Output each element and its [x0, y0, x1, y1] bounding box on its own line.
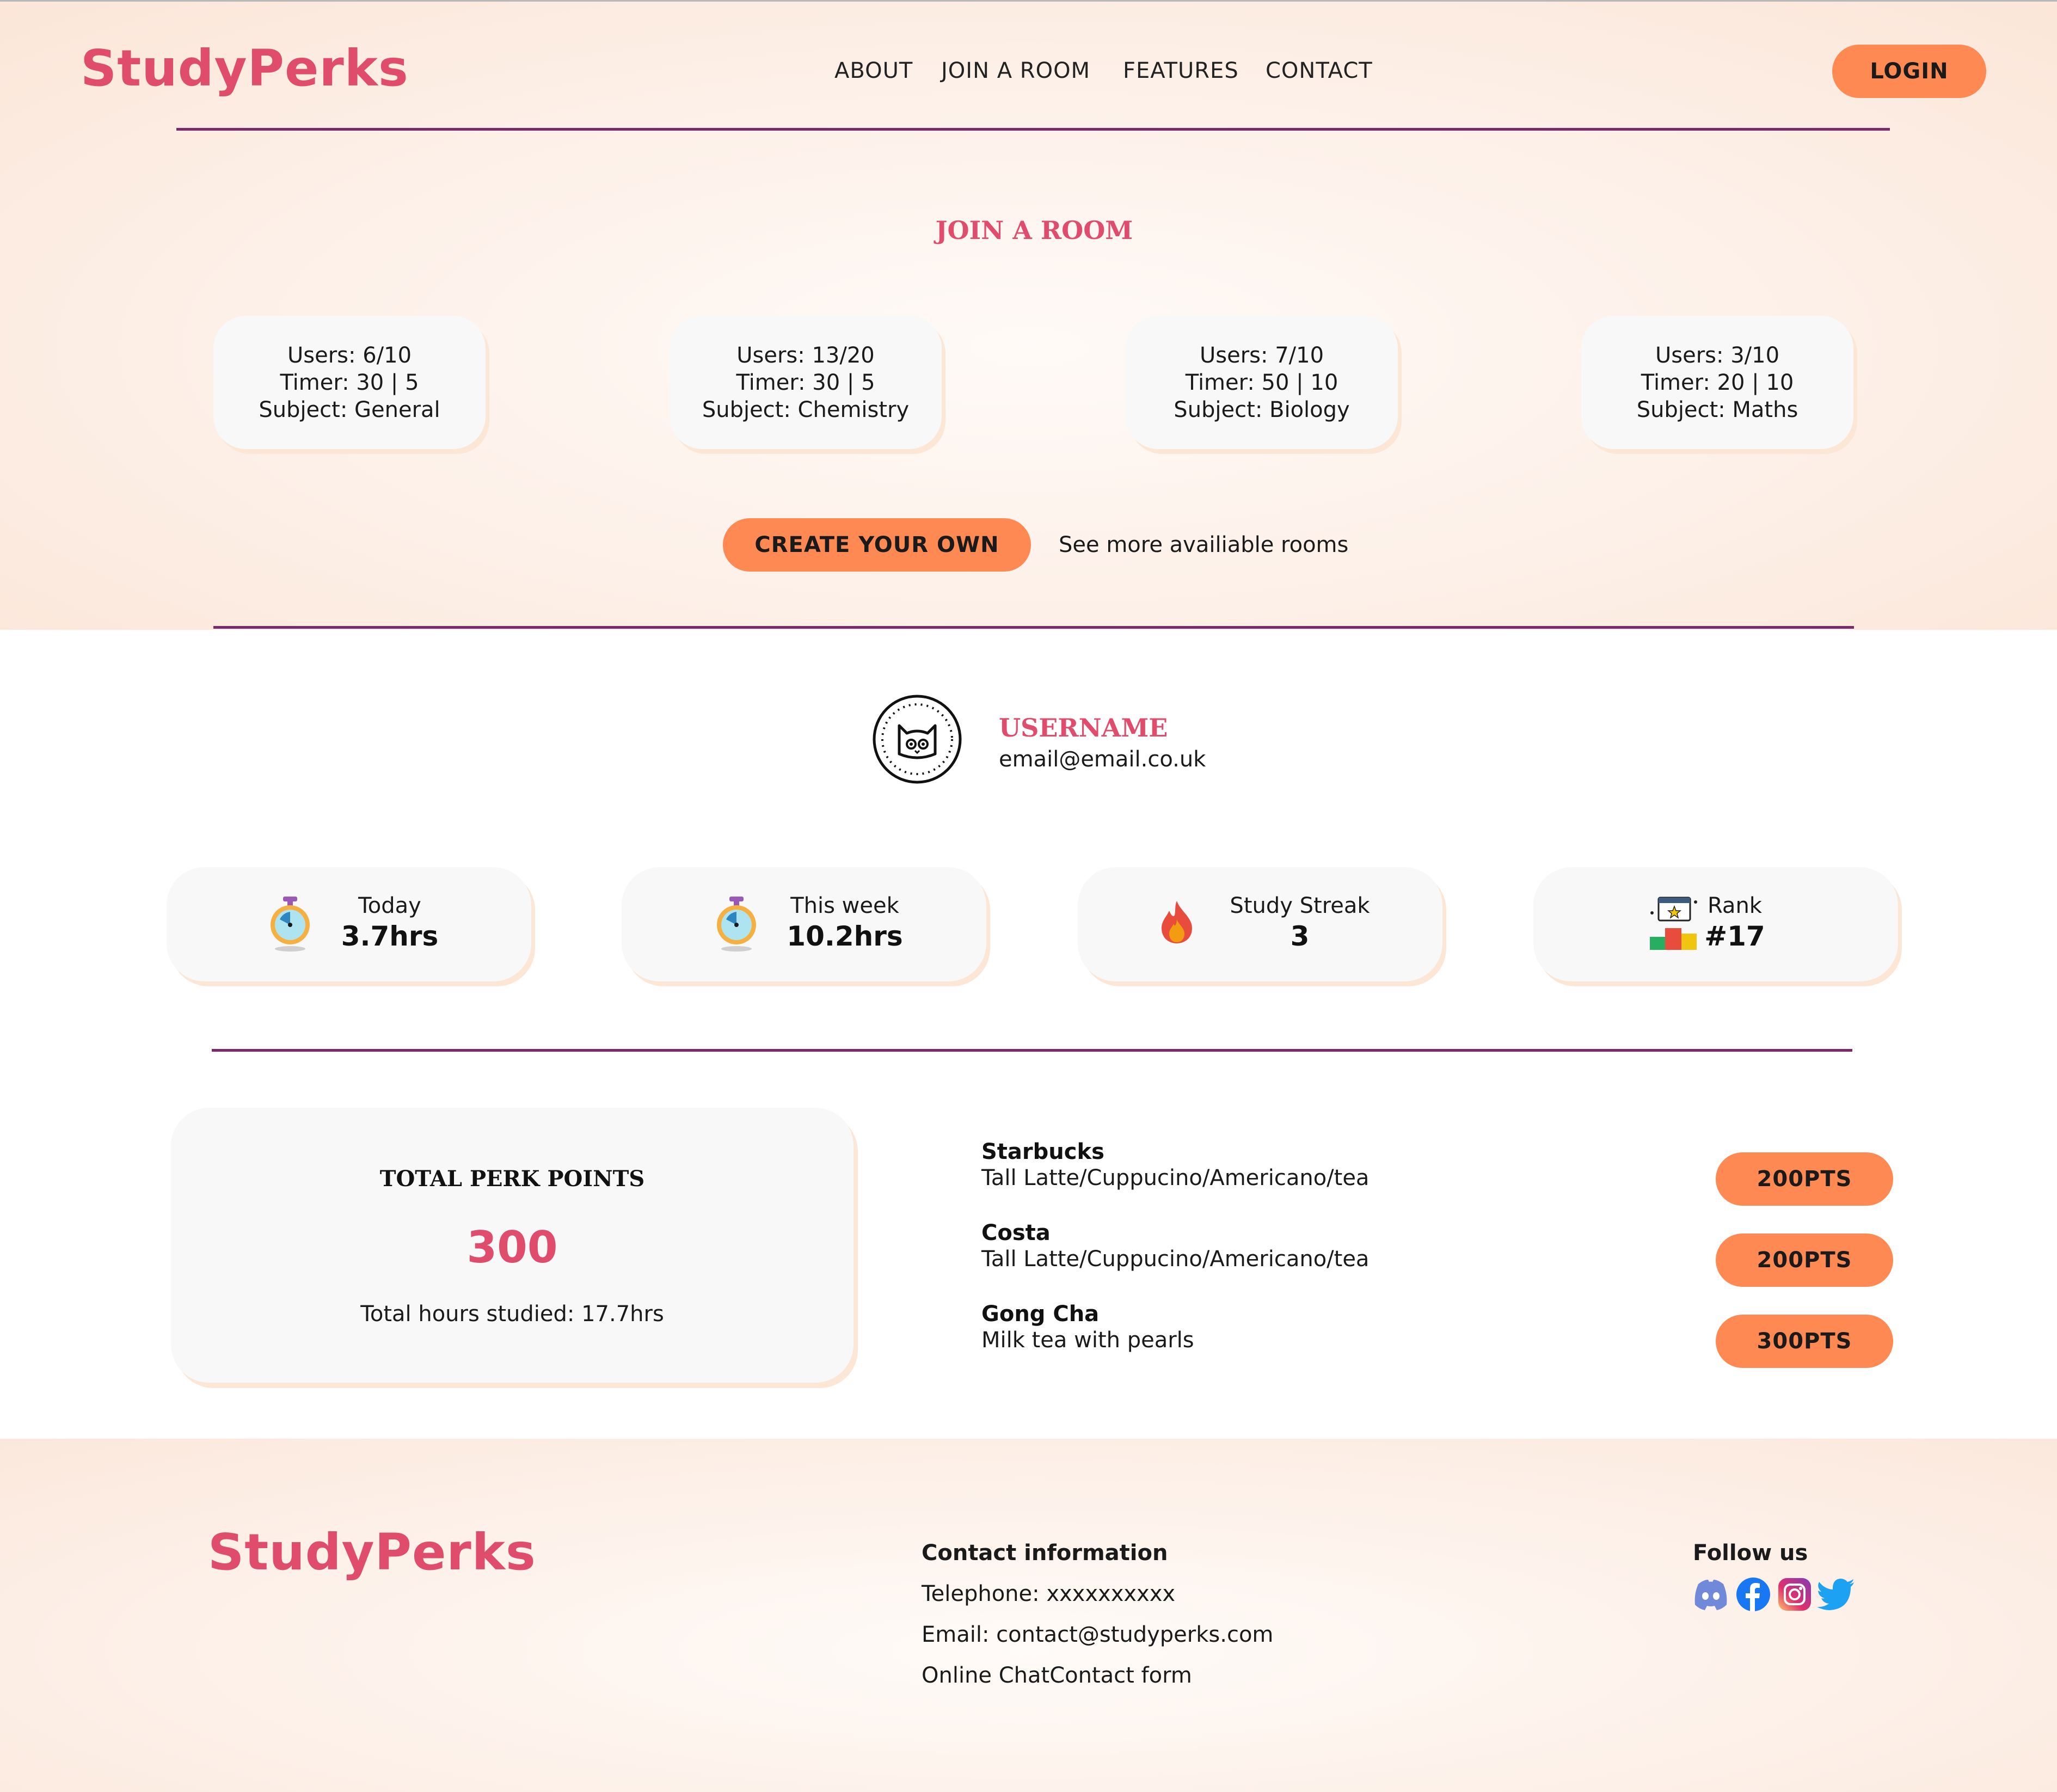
- room-card[interactable]: Users: 6/10 Timer: 30 | 5 Subject: Gener…: [213, 316, 486, 449]
- room-timer: Timer: 30 | 5: [280, 370, 419, 395]
- room-card[interactable]: Users: 7/10 Timer: 50 | 10 Subject: Biol…: [1126, 316, 1398, 449]
- contact-chat[interactable]: Online ChatContact form: [922, 1663, 1192, 1688]
- room-card[interactable]: Users: 13/20 Timer: 30 | 5 Subject: Chem…: [670, 316, 942, 449]
- stat-value: 3.7hrs: [341, 920, 439, 952]
- stat-value: 3: [1290, 920, 1310, 952]
- stopwatch-icon: [714, 895, 759, 954]
- facebook-icon[interactable]: [1735, 1576, 1771, 1612]
- follow-title: Follow us: [1693, 1541, 1808, 1566]
- stat-card-rank: Rank #17: [1533, 867, 1898, 981]
- instagram-icon[interactable]: [1778, 1578, 1812, 1611]
- contact-telephone: Telephone: xxxxxxxxxx: [922, 1581, 1176, 1606]
- footer-brand-logo[interactable]: StudyPerks: [208, 1523, 536, 1581]
- stat-label: Rank: [1708, 893, 1762, 918]
- nav-features[interactable]: FEATURES: [1123, 58, 1239, 83]
- room-timer: Timer: 50 | 10: [1185, 370, 1338, 395]
- room-users: Users: 7/10: [1199, 342, 1324, 368]
- total-hours-text: Total hours studied: 17.7hrs: [360, 1302, 664, 1327]
- login-button[interactable]: LOGIN: [1832, 45, 1986, 98]
- stat-label: This week: [790, 893, 899, 918]
- room-users: Users: 3/10: [1655, 342, 1780, 368]
- brand-logo[interactable]: StudyPerks: [81, 39, 409, 97]
- stat-label: Today: [358, 893, 421, 918]
- more-rooms-link[interactable]: See more availiable rooms: [1059, 532, 1348, 557]
- room-users: Users: 13/20: [736, 342, 875, 368]
- reward-desc: Tall Latte/Cuppucino/Americano/tea: [981, 1165, 1370, 1190]
- perk-points-value: 300: [466, 1222, 558, 1273]
- redeem-button[interactable]: 200PTS: [1716, 1233, 1893, 1287]
- fire-icon: [1158, 899, 1195, 947]
- profile-username: USERNAME: [999, 713, 1168, 742]
- redeem-button[interactable]: 300PTS: [1716, 1315, 1893, 1368]
- header-divider: [176, 128, 1890, 131]
- room-users: Users: 6/10: [287, 342, 412, 368]
- perk-points-card: TOTAL PERK POINTS 300 Total hours studie…: [171, 1108, 853, 1383]
- room-subject: Subject: General: [259, 397, 440, 422]
- contact-title: Contact information: [922, 1541, 1168, 1566]
- nav-join-room[interactable]: JOIN A ROOM: [941, 58, 1090, 83]
- footer: [0, 1439, 2057, 1792]
- room-timer: Timer: 30 | 5: [736, 370, 875, 395]
- cat-avatar-icon: [872, 694, 962, 784]
- room-subject: Subject: Chemistry: [702, 397, 910, 422]
- nav-contact[interactable]: CONTACT: [1266, 58, 1373, 83]
- profile-email: email@email.co.uk: [999, 747, 1206, 772]
- perk-points-title: TOTAL PERK POINTS: [379, 1166, 645, 1192]
- join-room-title: JOIN A ROOM: [935, 216, 1133, 245]
- reward-name: Starbucks: [981, 1139, 1104, 1164]
- stopwatch-icon: [268, 895, 312, 954]
- room-subject: Subject: Biology: [1174, 397, 1350, 422]
- create-room-button[interactable]: CREATE YOUR OWN: [723, 518, 1031, 572]
- redeem-button[interactable]: 200PTS: [1716, 1152, 1893, 1206]
- room-timer: Timer: 20 | 10: [1641, 370, 1794, 395]
- reward-desc: Tall Latte/Cuppucino/Americano/tea: [981, 1247, 1370, 1272]
- stat-card-today: Today 3.7hrs: [167, 867, 531, 981]
- discord-icon[interactable]: [1693, 1578, 1729, 1611]
- section-divider: [213, 626, 1854, 629]
- contact-email[interactable]: Email: contact@studyperks.com: [922, 1622, 1273, 1647]
- stat-value: #17: [1704, 920, 1765, 952]
- room-card[interactable]: Users: 3/10 Timer: 20 | 10 Subject: Math…: [1581, 316, 1853, 449]
- stat-value: 10.2hrs: [787, 920, 903, 952]
- reward-name: Costa: [981, 1220, 1051, 1245]
- section-divider: [212, 1049, 1852, 1052]
- stat-label: Study Streak: [1230, 893, 1370, 918]
- stat-card-week: This week 10.2hrs: [622, 867, 986, 981]
- nav-about[interactable]: ABOUT: [834, 58, 913, 83]
- stat-card-streak: Study Streak 3: [1078, 867, 1442, 981]
- room-subject: Subject: Maths: [1636, 397, 1798, 422]
- reward-name: Gong Cha: [981, 1302, 1100, 1327]
- reward-desc: Milk tea with pearls: [981, 1328, 1194, 1353]
- twitter-icon[interactable]: [1817, 1579, 1855, 1610]
